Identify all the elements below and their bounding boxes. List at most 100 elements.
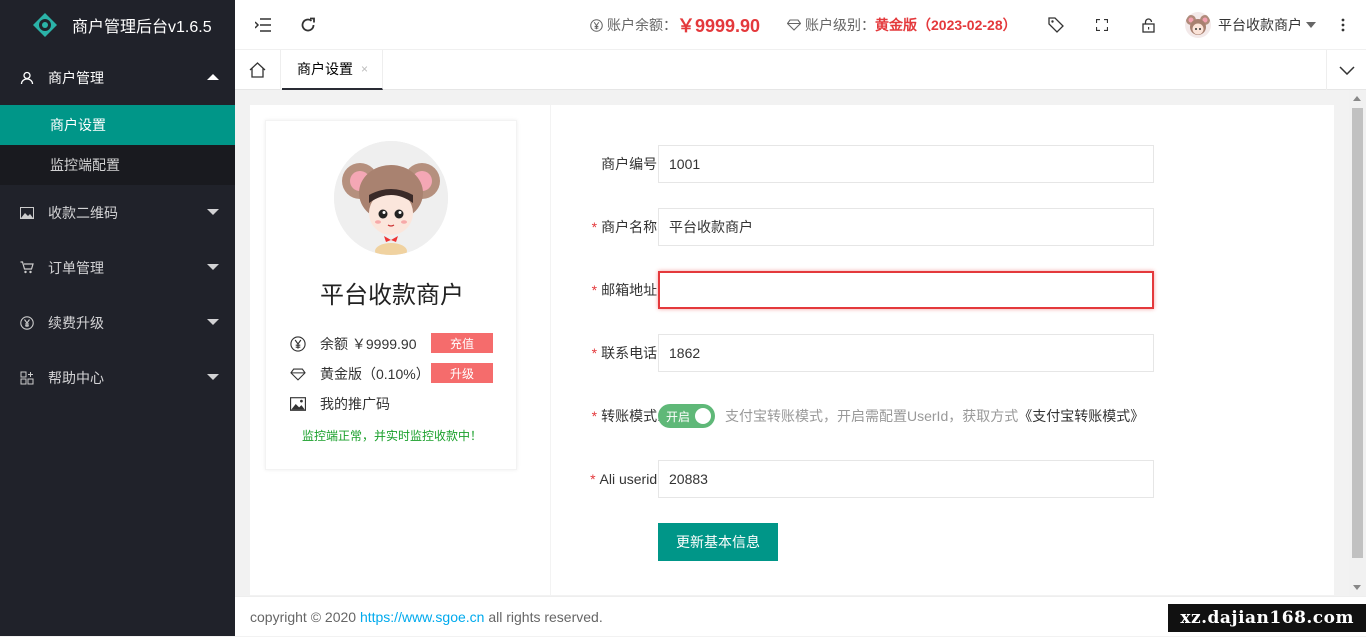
- level-row: 黄金版（0.10%）: [290, 363, 430, 385]
- field-label: * 转账模式:: [592, 397, 661, 435]
- sidebar-item-merchant-settings[interactable]: 商户设置: [0, 105, 235, 145]
- sidebar: 商户管理后台v1.6.5 商户管理 商户设置 监控端配置 收款二维码 订单管理 …: [0, 0, 235, 636]
- merchant-name-field[interactable]: 平台收款商户: [658, 208, 1154, 246]
- scrollbar-thumb[interactable]: [1352, 108, 1363, 558]
- help-link[interactable]: 《支付宝转账模式》: [1018, 408, 1144, 424]
- form-row-merchant-name: * 商户名称: 平台收款商户: [551, 208, 1251, 246]
- user-menu[interactable]: 平台收款商户: [1185, 0, 1316, 50]
- home-tab[interactable]: [235, 50, 281, 90]
- promo-text: 我的推广码: [320, 396, 390, 412]
- field-label: * 联系电话:: [592, 334, 661, 372]
- caret-down-icon: [1306, 22, 1316, 28]
- required-mark: *: [591, 408, 598, 424]
- scroll-up-arrow-icon[interactable]: [1353, 96, 1361, 101]
- sidebar-item-qrcode[interactable]: 收款二维码: [0, 185, 235, 240]
- sidebar-item-merchant[interactable]: 商户管理: [0, 50, 235, 105]
- required-mark: *: [591, 345, 598, 361]
- toggle-label: 开启: [666, 409, 691, 424]
- app-title: 商户管理后台v1.6.5: [72, 19, 212, 36]
- site-link[interactable]: https://www.sgoe.cn: [360, 609, 485, 625]
- sidebar-item-renew[interactable]: 续费升级: [0, 295, 235, 350]
- lock-icon[interactable]: [1138, 15, 1158, 35]
- field-label: * 邮箱地址:: [592, 271, 661, 309]
- chevron-down-icon: [1338, 65, 1355, 75]
- main-content: 平台收款商户 余额 ￥9999.90 充值 黄金版（0.10%） 升级 我的推广…: [250, 105, 1334, 595]
- yen-icon: [590, 18, 603, 32]
- field-label-text: 邮箱地址:: [601, 282, 661, 298]
- diamond-icon: [290, 366, 306, 382]
- balance-row: 余额 ￥9999.90: [290, 333, 417, 355]
- user-icon: [20, 71, 34, 85]
- home-icon: [249, 62, 266, 78]
- balance-label: 账户余额：: [607, 17, 677, 33]
- required-mark: *: [591, 282, 598, 298]
- monitor-status: 监控端正常，并实时监控收款中！: [301, 429, 482, 443]
- sidebar-item-label: 续费升级: [48, 314, 104, 331]
- sidebar-item-help[interactable]: 帮助中心: [0, 350, 235, 405]
- app-logo[interactable]: 商户管理后台v1.6.5: [0, 0, 235, 50]
- ali-userid-field[interactable]: 20883: [658, 460, 1154, 498]
- merchant-name: 平台收款商户: [320, 282, 464, 309]
- chevron-down-icon: [207, 374, 219, 380]
- sidebar-submenu: 商户设置 监控端配置: [0, 105, 235, 185]
- transfer-mode-help: 支付宝转账模式，开启需配置UserId，获取方式《支付宝转账模式》: [725, 397, 1144, 435]
- form-row-phone: * 联系电话: 1862: [551, 334, 1251, 372]
- field-label-text: Ali userid:: [599, 471, 661, 487]
- apps-icon: [20, 371, 34, 385]
- transfer-mode-toggle[interactable]: 开启: [658, 404, 715, 428]
- avatar: [334, 141, 448, 255]
- menu-collapse-icon[interactable]: [253, 15, 273, 35]
- balance-info: 账户余额： ￥9999.90: [590, 0, 760, 50]
- sidebar-item-label: 订单管理: [48, 259, 104, 276]
- recharge-button[interactable]: 充值: [431, 333, 493, 353]
- upgrade-button[interactable]: 升级: [431, 363, 493, 383]
- tab-merchant-settings[interactable]: 商户设置 ×: [282, 50, 383, 90]
- sidebar-item-label: 商户管理: [48, 69, 104, 86]
- fullscreen-icon[interactable]: [1092, 15, 1112, 35]
- avatar: [1185, 12, 1211, 38]
- scroll-down-arrow-icon[interactable]: [1353, 585, 1361, 590]
- field-label: 商户编号:: [601, 156, 661, 172]
- form-row-ali-userid: * Ali userid: 20883: [551, 460, 1251, 498]
- merchant-form: 商户编号: 1001 * 商户名称: 平台收款商户 * 邮箱地址: * 联系电话: 1…: [550, 105, 1334, 595]
- email-field[interactable]: [658, 271, 1154, 309]
- chevron-down-icon: [207, 264, 219, 270]
- tab-menu-button[interactable]: [1326, 50, 1366, 90]
- field-label: * 商户名称:: [592, 208, 661, 246]
- level-info: 账户级别： 黄金版（2023-02-28）: [787, 0, 1017, 50]
- balance-value: ￥9999.90: [677, 16, 761, 36]
- yen-icon: [290, 336, 306, 352]
- chevron-down-icon: [207, 209, 219, 215]
- profile-card: 平台收款商户 余额 ￥9999.90 充值 黄金版（0.10%） 升级 我的推广…: [265, 120, 517, 470]
- level-value: 黄金版（2023-02-28）: [875, 17, 1017, 33]
- level-text: 黄金版（0.10%）: [320, 366, 430, 382]
- cart-icon: [20, 261, 34, 275]
- field-label: * Ali userid:: [590, 460, 661, 498]
- tab-bar: 商户设置 ×: [235, 50, 1366, 90]
- merchant-id-field[interactable]: 1001: [658, 145, 1154, 183]
- update-info-button[interactable]: 更新基本信息: [658, 523, 778, 561]
- vertical-scrollbar[interactable]: [1349, 90, 1366, 596]
- diamond-icon: [787, 19, 801, 31]
- field-label-text: 联系电话:: [601, 345, 661, 361]
- promo-row[interactable]: 我的推广码: [290, 393, 390, 415]
- phone-field[interactable]: 1862: [658, 334, 1154, 372]
- more-vertical-icon[interactable]: [1333, 15, 1353, 35]
- required-mark: *: [590, 471, 596, 487]
- logo-icon: [33, 13, 57, 37]
- close-icon[interactable]: ×: [361, 62, 368, 76]
- help-text: 支付宝转账模式，开启需配置UserId，获取方式: [725, 408, 1019, 424]
- form-row-transfer-mode: * 转账模式: 开启 支付宝转账模式，开启需配置UserId，获取方式《支付宝转账…: [551, 397, 1251, 435]
- tab-label: 商户设置: [297, 61, 353, 77]
- chevron-up-icon: [207, 74, 219, 80]
- form-row-email: * 邮箱地址:: [551, 271, 1251, 309]
- sidebar-item-monitor-config[interactable]: 监控端配置: [0, 145, 235, 185]
- field-label-text: 转账模式:: [601, 408, 661, 424]
- chevron-down-icon: [207, 319, 219, 325]
- tag-icon[interactable]: [1046, 15, 1066, 35]
- refresh-icon[interactable]: [298, 15, 318, 35]
- sidebar-item-label: 帮助中心: [48, 369, 104, 386]
- watermark: xz.dajian168.com: [1168, 604, 1366, 632]
- toggle-knob: [695, 408, 711, 424]
- sidebar-item-orders[interactable]: 订单管理: [0, 240, 235, 295]
